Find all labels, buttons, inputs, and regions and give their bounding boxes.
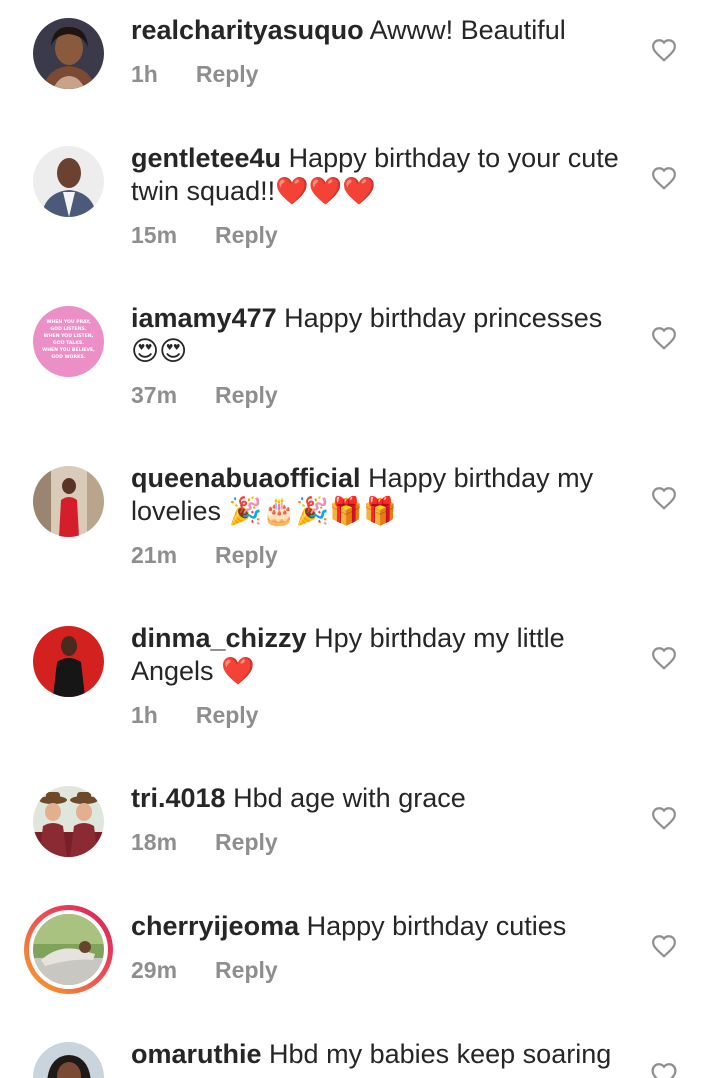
svg-text:GOD WORKS.: GOD WORKS. [51, 354, 85, 360]
svg-text:WHEN YOU LISTEN,: WHEN YOU LISTEN, [44, 333, 94, 339]
comment-meta: 37m Reply [131, 382, 278, 409]
reply-button[interactable]: Reply [215, 542, 278, 569]
comment-text: Hbd my babies keep soaring [269, 1039, 612, 1069]
comment-text: Hbd age with grace [233, 783, 466, 813]
heart-outline-icon[interactable] [651, 38, 677, 62]
comment-meta: 1h Reply [131, 61, 258, 88]
comment-body: gentletee4u Happy birthday to your cute … [131, 142, 631, 208]
comment-body: iamamy477 Happy birthday princesses 😍😍 [131, 302, 631, 368]
avatar-story-ring[interactable] [24, 905, 113, 994]
timestamp: 15m [131, 222, 178, 248]
username[interactable]: queenabuaofficial [131, 463, 361, 493]
story-ring-gap [29, 910, 108, 989]
svg-text:WHEN YOU PRAY,: WHEN YOU PRAY, [46, 319, 90, 325]
comment-body: cherryijeoma Happy birthday cuties [131, 910, 631, 943]
reply-button[interactable]: Reply [215, 222, 278, 249]
reply-button[interactable]: Reply [196, 702, 259, 729]
heart-outline-icon[interactable] [651, 1062, 677, 1078]
username[interactable]: iamamy477 [131, 303, 277, 333]
comment-meta: 21m Reply [131, 542, 278, 569]
avatar [33, 914, 104, 985]
reply-button[interactable]: Reply [215, 829, 278, 856]
timestamp: 18m [131, 829, 178, 855]
username[interactable]: cherryijeoma [131, 911, 299, 941]
comment-meta: 29m Reply [131, 957, 278, 984]
avatar[interactable] [33, 466, 104, 537]
reply-button[interactable]: Reply [196, 61, 259, 88]
heart-outline-icon[interactable] [651, 326, 677, 350]
avatar[interactable] [33, 626, 104, 697]
comment-body: realcharityasuquo Awww! Beautiful [131, 14, 631, 47]
comment-meta: 1h Reply [131, 702, 258, 729]
heart-outline-icon[interactable] [651, 934, 677, 958]
comment-meta: 18m Reply [131, 829, 278, 856]
username[interactable]: tri.4018 [131, 783, 226, 813]
timestamp: 21m [131, 542, 178, 568]
comments-list: realcharityasuquo Awww! Beautiful 1h Repl… [0, 0, 720, 1078]
heart-outline-icon[interactable] [651, 646, 677, 670]
comment-body: dinma_chizzy Hpy birthday my little Ange… [131, 622, 631, 688]
avatar[interactable] [33, 18, 104, 89]
avatar[interactable] [33, 146, 104, 217]
username[interactable]: realcharityasuquo [131, 15, 364, 45]
comment-body: tri.4018 Hbd age with grace [131, 782, 631, 815]
comment-body: omaruthie Hbd my babies keep soaring [131, 1038, 631, 1078]
heart-outline-icon[interactable] [651, 166, 677, 190]
avatar[interactable] [33, 1042, 104, 1078]
username[interactable]: dinma_chizzy [131, 623, 307, 653]
comment-text: Happy birthday cuties [306, 911, 567, 941]
svg-text:GOD TALKS.: GOD TALKS. [53, 340, 84, 346]
avatar[interactable]: WHEN YOU PRAY, GOD LISTENS. WHEN YOU LIS… [33, 306, 104, 377]
timestamp: 1h [131, 61, 158, 87]
timestamp: 37m [131, 382, 178, 408]
heart-outline-icon[interactable] [651, 486, 677, 510]
svg-text:GOD LISTENS.: GOD LISTENS. [50, 326, 86, 332]
timestamp: 1h [131, 702, 158, 728]
comment-body: queenabuaofficial Happy birthday my love… [131, 462, 631, 528]
comment-meta: 15m Reply [131, 222, 278, 249]
heart-outline-icon[interactable] [651, 806, 677, 830]
timestamp: 29m [131, 957, 178, 983]
reply-button[interactable]: Reply [215, 957, 278, 984]
reply-button[interactable]: Reply [215, 382, 278, 409]
svg-text:WHEN YOU BELIEVE,: WHEN YOU BELIEVE, [42, 347, 95, 353]
avatar[interactable] [33, 786, 104, 857]
comment-text: Awww! Beautiful [369, 15, 566, 45]
username[interactable]: gentletee4u [131, 143, 281, 173]
username[interactable]: omaruthie [131, 1039, 262, 1069]
